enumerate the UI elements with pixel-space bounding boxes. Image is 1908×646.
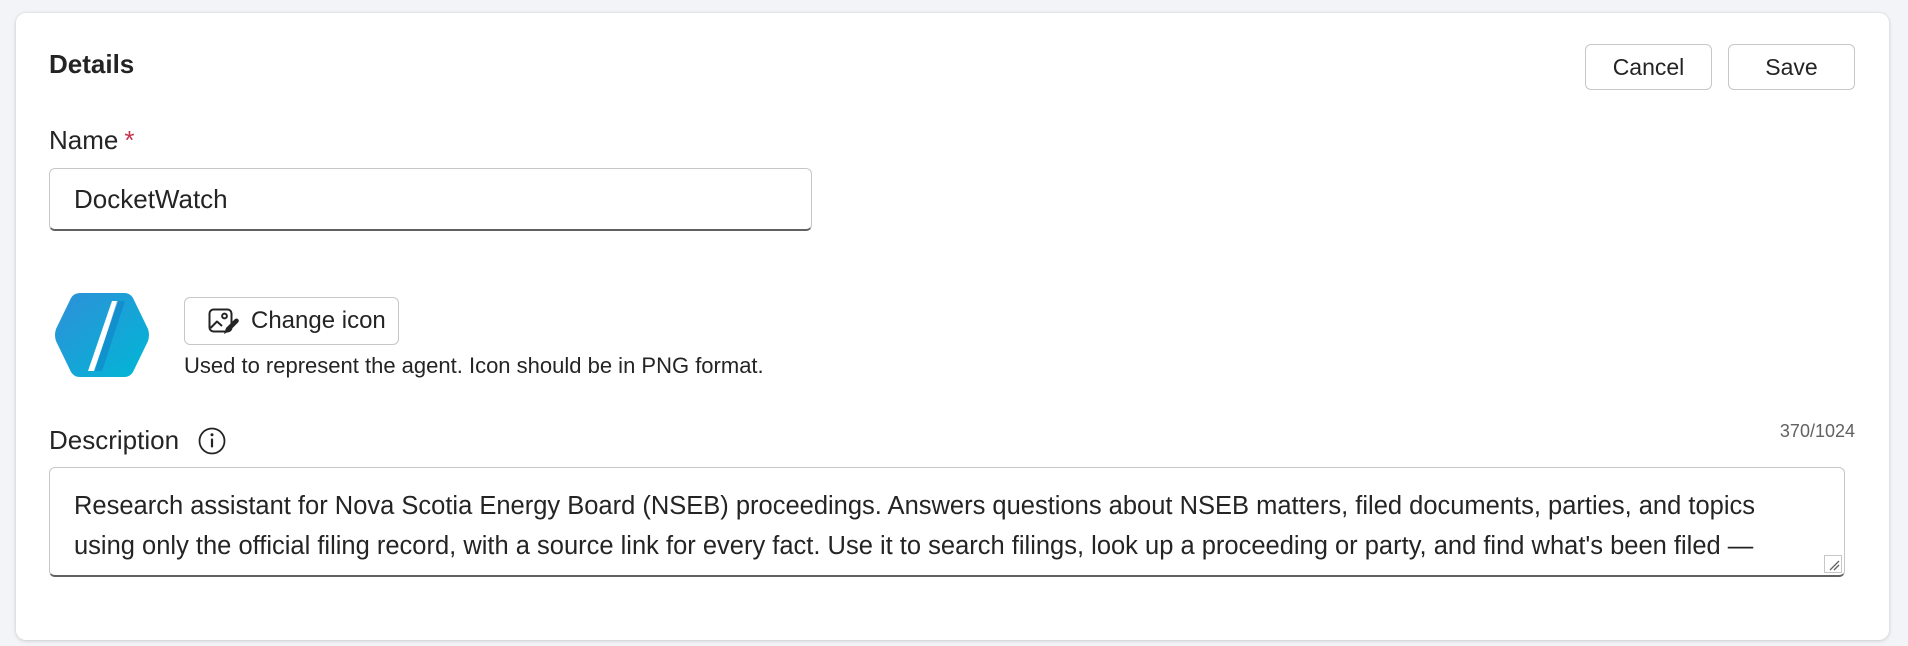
section-title: Details: [49, 49, 135, 79]
character-counter: 370/1024: [1779, 421, 1855, 441]
name-label-text: Name: [49, 125, 119, 155]
description-field-label: Description: [49, 425, 227, 456]
resize-handle[interactable]: [1824, 555, 1842, 573]
description-label-text: Description: [49, 425, 180, 455]
description-textarea[interactable]: Research assistant for Nova Scotia Energ…: [49, 467, 1845, 577]
description-text[interactable]: Research assistant for Nova Scotia Energ…: [50, 468, 1844, 575]
name-input[interactable]: [49, 168, 812, 231]
cancel-button[interactable]: Cancel: [1585, 44, 1712, 90]
required-marker: *: [124, 125, 135, 155]
change-icon-label: Change icon: [251, 307, 386, 334]
icon-hint-text: Used to represent the agent. Icon should…: [184, 353, 764, 378]
agent-hexagon-logo-icon: [54, 291, 150, 379]
change-icon-button[interactable]: Change icon: [184, 297, 399, 345]
details-card: Details Cancel Save Name* Change icon: [16, 13, 1889, 640]
image-edit-icon: [208, 308, 239, 334]
info-icon[interactable]: [197, 426, 227, 456]
name-field-label: Name *: [49, 125, 134, 156]
save-button[interactable]: Save: [1728, 44, 1855, 90]
